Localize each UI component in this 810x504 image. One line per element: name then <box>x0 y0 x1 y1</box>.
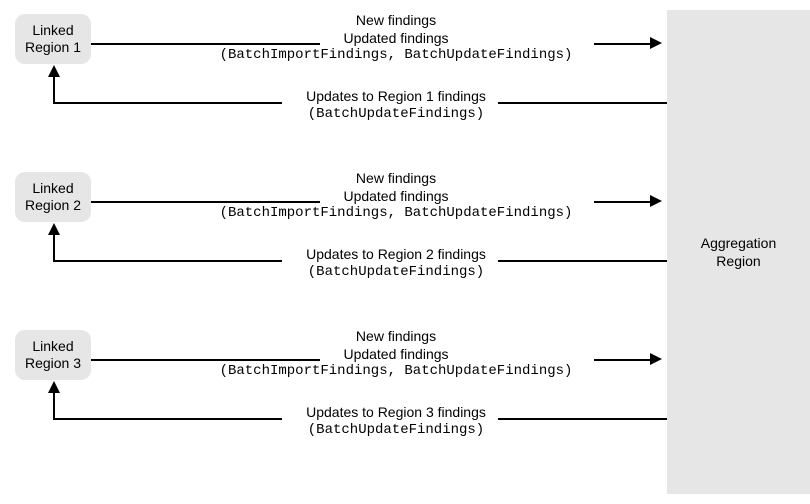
line-region2-forward-left <box>91 201 320 203</box>
line-region3-return-left <box>53 418 282 420</box>
arrow-region1-return <box>48 65 60 77</box>
arrow-region3-forward <box>650 353 662 365</box>
line-region3-return-vert <box>53 393 55 420</box>
line-region3-forward-left <box>91 359 320 361</box>
linked-region-1-box: Linked Region 1 <box>15 14 91 64</box>
linked-region-3-box: Linked Region 3 <box>15 330 91 380</box>
aggregation-region-label: Aggregation Region <box>701 234 777 270</box>
line-region2-return-right <box>498 260 667 262</box>
line-region2-forward-right <box>594 201 650 203</box>
diagram-canvas: Aggregation Region Linked Region 1 New f… <box>0 0 810 504</box>
linked-region-2-box: Linked Region 2 <box>15 172 91 222</box>
line-region3-return-right <box>498 418 667 420</box>
arrow-region3-return <box>48 381 60 393</box>
aggregation-region-box: Aggregation Region <box>667 10 810 494</box>
flow-label-region1-return: Updates to Region 1 findings (BatchUpdat… <box>197 88 595 123</box>
flow-label-region1-forward: New findings Updated findings (BatchImpo… <box>197 12 595 65</box>
line-region1-return-vert <box>53 77 55 104</box>
flow-label-region3-return: Updates to Region 3 findings (BatchUpdat… <box>197 404 595 439</box>
line-region1-return-right <box>498 102 667 104</box>
line-region1-forward-left <box>91 43 320 45</box>
flow-label-region3-forward: New findings Updated findings (BatchImpo… <box>197 328 595 381</box>
line-region3-forward-right <box>594 359 650 361</box>
flow-label-region2-forward: New findings Updated findings (BatchImpo… <box>197 170 595 223</box>
arrow-region2-forward <box>650 195 662 207</box>
arrow-region1-forward <box>650 37 662 49</box>
line-region1-return-left <box>53 102 282 104</box>
line-region1-forward-right <box>594 43 650 45</box>
arrow-region2-return <box>48 223 60 235</box>
line-region2-return-left <box>53 260 282 262</box>
flow-label-region2-return: Updates to Region 2 findings (BatchUpdat… <box>197 246 595 281</box>
line-region2-return-vert <box>53 235 55 262</box>
